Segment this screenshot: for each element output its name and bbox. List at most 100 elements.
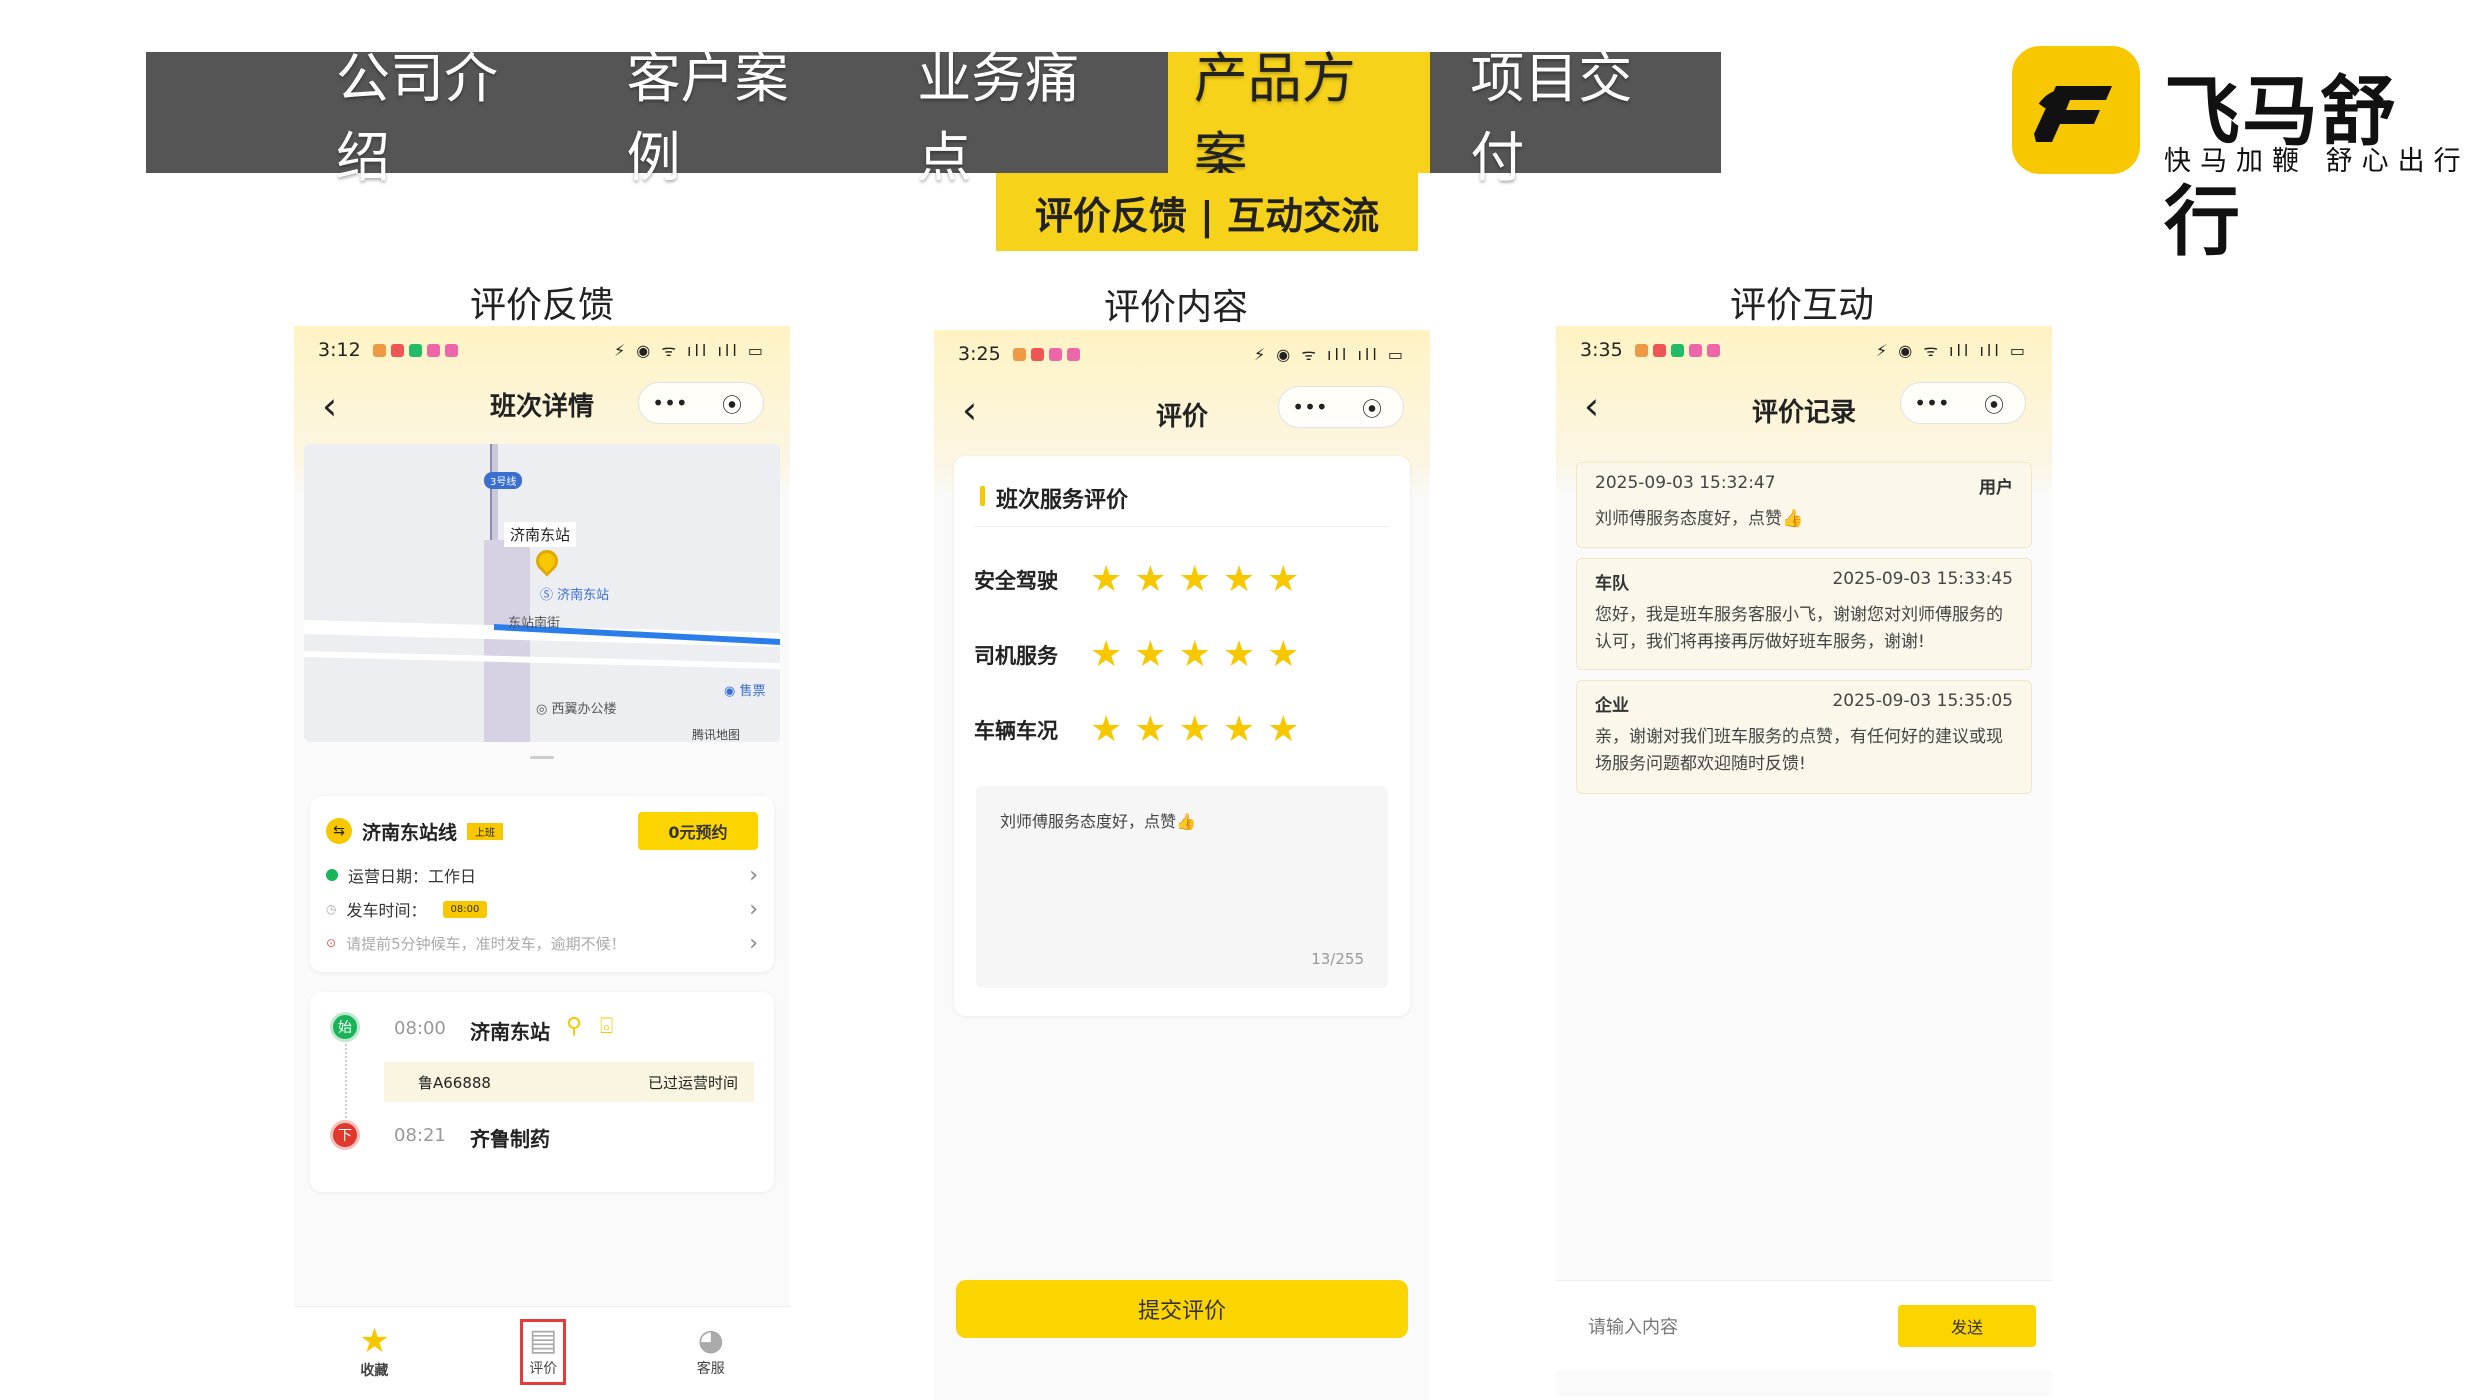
start-station[interactable]: 济南东站 xyxy=(470,1016,550,1045)
status-time: 3:12 xyxy=(318,339,361,361)
nav-tab-product[interactable]: 产品方案 xyxy=(1167,47,1431,189)
section-marker xyxy=(980,486,985,506)
operating-date-row[interactable]: 运营日期：工作日 › xyxy=(326,858,758,892)
caption-content: 评价内容 xyxy=(1103,287,1248,328)
message-sender: 企业 xyxy=(1595,696,1629,716)
message-user: 2025-09-03 15:32:47 用户 刘师傅服务态度好，点赞👍 xyxy=(1576,462,2032,548)
status-dot-icon xyxy=(326,869,338,881)
chevron-right-icon: › xyxy=(749,862,758,888)
star-icon: ★ xyxy=(359,1320,390,1361)
char-counter: 13/255 xyxy=(1311,950,1364,968)
notification-icons xyxy=(1634,343,1720,357)
message-company: 企业 2025-09-03 15:35:05 亲，谢谢对我们班车服务的点赞，有任何… xyxy=(1576,680,2032,794)
status-bar: 3:35 ⚡ ◉ ᯤ ıll ıll ▭ xyxy=(1556,326,2052,374)
phone-review-records: 3:35 ⚡ ◉ ᯤ ıll ıll ▭ ‹ 评价记录 ••• ⦿ 2025-0… xyxy=(1556,326,2052,1396)
street-label: 东站南街 xyxy=(508,616,561,631)
drag-handle[interactable] xyxy=(530,756,554,759)
submit-review-button[interactable]: 提交评价 xyxy=(956,1280,1408,1338)
message-input-bar: 请输入内容 发送 xyxy=(1556,1280,2052,1370)
status-bar: 3:12 ⚡ ◉ ᯤ ıll ıll ▭ xyxy=(294,326,790,374)
message-input[interactable]: 请输入内容 xyxy=(1576,1303,1876,1349)
top-nav-bar: 公司介绍 客户案例 业务痛点 产品方案 项目交付 xyxy=(146,47,1721,189)
more-icon[interactable]: ••• xyxy=(1901,391,1963,415)
phone-review-form: 3:25 ⚡ ◉ ᯤ ıll ıll ▭ ‹ 评价 ••• ⦿ 班次服务评价 安… xyxy=(934,330,1430,1400)
start-badge: 始 xyxy=(330,1012,360,1042)
close-icon[interactable]: ⦿ xyxy=(1963,389,2025,418)
signal-battery-icon: ⚡ ◉ ᯤ ıll ıll ▭ xyxy=(1875,341,2028,360)
message-text: 亲，谢谢对我们班车服务的点赞，有任何好的建议或现场服务问题都欢迎随时反馈! xyxy=(1595,727,2003,775)
brand-logo: 飞马舒行 快马加鞭 舒心出行 xyxy=(2012,46,2461,266)
notification-icons xyxy=(372,343,458,357)
reserve-button[interactable]: 0元预约 xyxy=(638,812,758,850)
depart-time: 08:00 xyxy=(442,900,488,918)
caption-interaction: 评价互动 xyxy=(1729,285,1874,326)
rating-safety[interactable]: 安全驾驶 ★ ★ ★ ★ ★ xyxy=(974,562,1311,598)
poi-station: Ⓢ 济南东站 xyxy=(540,588,610,603)
status-time: 3:25 xyxy=(958,343,1001,365)
route-map[interactable]: 3号线 济南东站 Ⓢ 济南东站 东站南街 ◎ 西翼办公楼 ◉ 售票 腾讯地图 xyxy=(304,444,780,742)
sub-tab-feedback[interactable]: 评价反馈 | 互动交流 xyxy=(996,173,1418,251)
tab-service[interactable]: ◕ 客服 xyxy=(697,1322,725,1378)
mini-program-capsule: ••• ⦿ xyxy=(1900,382,2026,424)
nav-tab-cases[interactable]: 客户案例 xyxy=(587,47,878,189)
headset-icon: ◕ xyxy=(697,1322,724,1358)
rating-vehicle[interactable]: 车辆车况 ★ ★ ★ ★ ★ xyxy=(974,712,1311,748)
message-time: 2025-09-03 15:33:45 xyxy=(1832,569,2013,589)
depart-label: 发车时间： xyxy=(346,901,427,920)
alert-icon: ⊙ xyxy=(326,936,337,950)
notice-row[interactable]: ⊙ 请提前5分钟候车，准时发车，逾期不候！ › xyxy=(326,926,758,960)
end-badge: 下 xyxy=(330,1120,360,1150)
poi-office: ◎ 西翼办公楼 xyxy=(536,702,617,717)
map-brand: 腾讯地图 xyxy=(692,728,741,742)
start-time: 08:00 xyxy=(394,1018,446,1039)
tab-review[interactable]: ▤ 评价 xyxy=(520,1318,567,1385)
tab-favorite[interactable]: ★ 收藏 xyxy=(359,1324,389,1380)
logo-slogan: 快马加鞭 舒心出行 xyxy=(2164,146,2470,177)
message-sender: 用户 xyxy=(1979,478,2013,498)
nav-tab-company[interactable]: 公司介绍 xyxy=(296,47,587,189)
nav-tab-delivery[interactable]: 项目交付 xyxy=(1430,47,1721,189)
review-card: 班次服务评价 安全驾驶 ★ ★ ★ ★ ★ 司机服务 ★ ★ ★ ★ ★ 车辆车况 ★ ★ ★ ★ ★ … xyxy=(954,456,1410,1016)
end-time: 08:21 xyxy=(394,1125,446,1146)
comment-textarea[interactable]: 刘师傅服务态度好，点赞👍 13/255 xyxy=(976,786,1388,988)
more-icon[interactable]: ••• xyxy=(1279,395,1341,419)
rating-driver[interactable]: 司机服务 ★ ★ ★ ★ ★ xyxy=(974,637,1311,673)
phone-trip-details: 3:12 ⚡ ◉ ᯤ ıll ıll ▭ ‹ 班次详情 ••• ⦿ 3号线 济南… xyxy=(294,326,790,1396)
stops-card: 始 08:00 济南东站 ⚲ ⌻ 鲁A66888 已过运营时间 下 08:21 … xyxy=(310,992,774,1192)
poi-ticket: ◉ 售票 xyxy=(724,684,766,699)
operating-date: 运营日期：工作日 xyxy=(348,867,477,886)
close-icon[interactable]: ⦿ xyxy=(1341,393,1403,422)
location-icon[interactable]: ⚲ xyxy=(566,1014,582,1039)
route-card: ⇆ 济南东站线 上班 0元预约 运营日期：工作日 › ◷ 发车时间： 08:00… xyxy=(310,796,774,972)
metro-line-badge: 3号线 xyxy=(484,472,523,489)
send-button[interactable]: 发送 xyxy=(1898,1305,2036,1347)
end-station[interactable]: 齐鲁制药 xyxy=(470,1123,550,1152)
status-bar: 3:25 ⚡ ◉ ᯤ ıll ıll ▭ xyxy=(934,330,1430,378)
message-fleet: 车队 2025-09-03 15:33:45 您好，我是班车服务客服小飞，谢谢您对… xyxy=(1576,558,2032,670)
caption-feedback: 评价反馈 xyxy=(469,285,614,326)
route-tag: 上班 xyxy=(467,822,504,840)
scan-icon[interactable]: ⌻ xyxy=(600,1014,613,1039)
nav-tab-pain-points[interactable]: 业务痛点 xyxy=(877,47,1168,189)
message-sender: 车队 xyxy=(1595,574,1629,594)
message-time: 2025-09-03 15:35:05 xyxy=(1832,691,2013,711)
depart-time-row[interactable]: ◷ 发车时间： 08:00 › xyxy=(326,892,758,926)
bus-route-icon: ⇆ xyxy=(326,818,352,844)
notification-icons xyxy=(1012,347,1080,361)
mini-program-capsule: ••• ⦿ xyxy=(638,382,764,424)
section-title: 班次服务评价 xyxy=(996,488,1129,513)
route-name: 济南东站线 xyxy=(362,821,458,844)
plate-number: 鲁A66888 xyxy=(418,1073,491,1092)
more-icon[interactable]: ••• xyxy=(639,391,701,415)
status-time: 3:35 xyxy=(1580,339,1623,361)
divider xyxy=(974,526,1390,527)
route-line xyxy=(345,1036,347,1130)
signal-battery-icon: ⚡ ◉ ᯤ ıll ıll ▭ xyxy=(613,341,766,360)
notice-text: 请提前5分钟候车，准时发车，逾期不候！ xyxy=(346,934,626,953)
comment-icon: ▤ xyxy=(529,1322,558,1358)
close-icon[interactable]: ⦿ xyxy=(701,389,763,418)
bottom-tab-bar: ★ 收藏 ▤ 评价 ◕ 客服 xyxy=(294,1306,790,1396)
chevron-right-icon: › xyxy=(749,930,758,956)
station-label: 济南东站 xyxy=(504,522,577,547)
message-text: 刘师傅服务态度好，点赞👍 xyxy=(1595,509,1804,529)
